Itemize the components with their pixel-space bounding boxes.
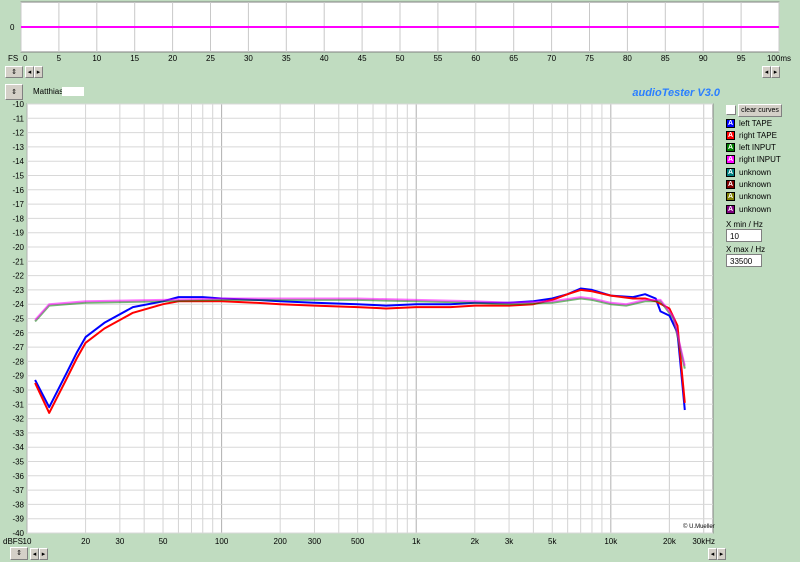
- legend-label: left TAPE: [739, 118, 773, 128]
- y-tick-label: -28: [12, 357, 24, 366]
- x-tick-label: 10k: [604, 537, 618, 546]
- y-tick-label: -29: [12, 372, 24, 381]
- x-tick-label: 100: [215, 537, 229, 546]
- clear-curves-button[interactable]: clear curves: [738, 104, 782, 117]
- xmax-input[interactable]: 33500: [726, 254, 762, 267]
- y-tick-label: -33: [12, 429, 24, 438]
- bottom-right-scroll-left-button[interactable]: ◂: [708, 548, 717, 560]
- y-tick-label: -21: [12, 257, 24, 266]
- y-tick-label: -11: [13, 114, 25, 123]
- y-tick-label: -17: [12, 200, 24, 209]
- y-tick-label: -14: [12, 157, 24, 166]
- y-tick-label: -13: [12, 143, 24, 152]
- y-tick-label: -12: [12, 129, 24, 138]
- legend-item[interactable]: Aunknown: [726, 191, 771, 203]
- x-tick-label: 20k: [663, 537, 677, 546]
- legend-item[interactable]: Aleft TAPE: [726, 117, 772, 129]
- x-tick-label: 30kHz: [692, 537, 715, 546]
- legend-item[interactable]: Aunknown: [726, 203, 771, 215]
- legend-swatch-icon[interactable]: A: [726, 130, 735, 140]
- legend-swatch-icon[interactable]: A: [726, 155, 735, 165]
- legend-item[interactable]: Aleft INPUT: [726, 142, 776, 154]
- legend-item[interactable]: Aright TAPE: [726, 129, 777, 141]
- y-tick-label: -15: [12, 172, 24, 181]
- y-tick-label: -25: [12, 315, 24, 324]
- x-tick-label: 30: [115, 537, 124, 546]
- y-tick-label: -39: [12, 515, 24, 524]
- x-tick-label: 2k: [471, 537, 480, 546]
- y-tick-label: -20: [12, 243, 24, 252]
- x-tick-label: 50: [159, 537, 168, 546]
- clear-curves-checkbox[interactable]: [726, 105, 736, 115]
- legend-item[interactable]: Aunknown: [726, 166, 771, 178]
- y-tick-label: -16: [12, 186, 24, 195]
- xmin-input[interactable]: 10: [726, 229, 762, 242]
- x-tick-label: 1k: [412, 537, 421, 546]
- y-tick-label: -27: [12, 343, 24, 352]
- xmin-label: X min / Hz: [726, 220, 763, 229]
- legend-label: right INPUT: [739, 155, 781, 165]
- y-tick-label: -23: [12, 286, 24, 295]
- bottom-right-scroll-right-button[interactable]: ▸: [717, 548, 726, 560]
- y-tick-label: -37: [12, 486, 24, 495]
- legend-swatch-icon[interactable]: A: [726, 118, 735, 128]
- xmax-label: X max / Hz: [726, 245, 766, 254]
- x-tick-label: 500: [351, 537, 365, 546]
- y-tick-label: -31: [12, 400, 24, 409]
- y-tick-label: -24: [12, 300, 24, 309]
- y-tick-label: -34: [12, 443, 24, 452]
- legend-label: right TAPE: [739, 130, 777, 140]
- copyright: © U.Mueller: [683, 523, 715, 530]
- y-tick-label: -30: [12, 386, 24, 395]
- legend-swatch-icon[interactable]: A: [726, 192, 735, 202]
- bottom-scroll-right-button[interactable]: ▸: [39, 548, 48, 560]
- y-tick-label: -26: [12, 329, 24, 338]
- legend-label: left INPUT: [739, 143, 776, 153]
- legend-label: unknown: [739, 204, 772, 214]
- x-tick-label: 3k: [505, 537, 514, 546]
- y-tick-label: -18: [12, 214, 24, 223]
- legend-swatch-icon[interactable]: A: [726, 143, 735, 153]
- legend-swatch-icon[interactable]: A: [726, 167, 735, 177]
- y-tick-label: -19: [12, 229, 24, 238]
- y-tick-label: -38: [12, 500, 24, 509]
- legend-item[interactable]: Aright INPUT: [726, 154, 781, 166]
- legend-label: unknown: [739, 180, 772, 189]
- x-tick-label: 300: [308, 537, 322, 546]
- bottom-spinner[interactable]: ⇕: [10, 547, 28, 560]
- legend-swatch-icon[interactable]: A: [726, 204, 735, 214]
- x-tick-label: 10: [23, 537, 32, 546]
- x-tick-label: 20: [81, 537, 90, 546]
- y-tick-label: -22: [12, 272, 24, 281]
- frequency-response-chart: -10 -11 -12 -13 -14 -15 -16 -17 -18 -19 -20 -21 -22 -…: [3, 100, 715, 546]
- legend-swatch-icon[interactable]: A: [726, 180, 735, 189]
- y-unit-label: dBFS: [3, 537, 23, 546]
- y-tick-label: -10: [12, 100, 24, 109]
- y-tick-label: -36: [12, 472, 24, 481]
- bottom-scroll-left-button[interactable]: ◂: [30, 548, 39, 560]
- legend-label: unknown: [739, 192, 772, 202]
- x-tick-label: 5k: [548, 537, 557, 546]
- y-tick-label: -35: [12, 458, 24, 467]
- x-tick-label: 200: [274, 537, 288, 546]
- y-tick-label: -32: [12, 415, 24, 424]
- legend-item[interactable]: Aunknown: [726, 179, 771, 191]
- legend-label: unknown: [739, 167, 772, 177]
